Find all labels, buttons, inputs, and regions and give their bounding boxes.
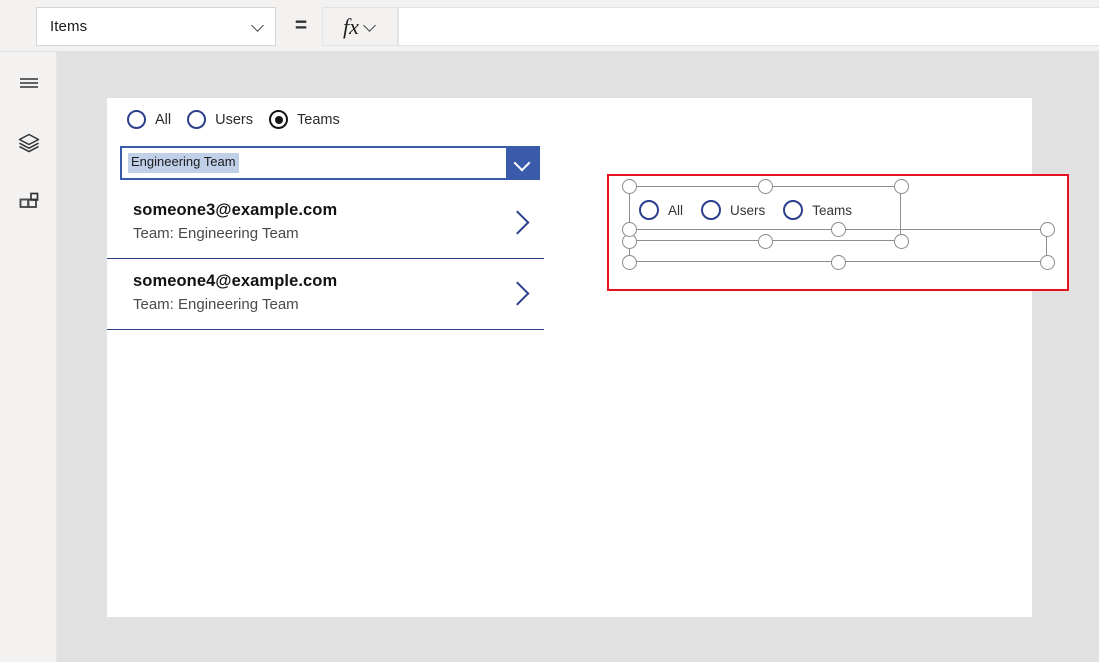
resize-handle-nw[interactable] [621, 178, 637, 194]
gallery-row[interactable]: someone4@example.com Team: Engineering T… [107, 259, 544, 330]
chevron-right-icon[interactable] [508, 208, 530, 238]
property-select-value: Items [50, 18, 88, 35]
equals-sign: = [294, 14, 308, 37]
tree-view-button[interactable] [0, 120, 57, 166]
gallery-row[interactable]: someone3@example.com Team: Engineering T… [107, 188, 544, 259]
radio-circle-teams[interactable] [783, 200, 804, 220]
insert-components-icon [19, 192, 38, 208]
chevron-down-icon [364, 20, 377, 33]
fx-button[interactable]: fx [322, 7, 398, 46]
insert-components-button[interactable] [0, 180, 57, 226]
resize-handle-b-n[interactable] [830, 221, 846, 237]
gallery-row-subtitle: Team: Engineering Team [133, 296, 299, 313]
people-gallery[interactable]: someone3@example.com Team: Engineering T… [107, 188, 544, 330]
tree-view-layers-icon [18, 133, 39, 153]
radio-option-all[interactable]: All [639, 200, 683, 220]
resize-handle-b-s[interactable] [830, 254, 846, 270]
radio-circle-users[interactable] [187, 110, 207, 129]
radio-option-users[interactable]: Users [187, 110, 253, 129]
power-apps-studio: Items = fx All Users Teams Engineering T… [0, 0, 1099, 662]
hamburger-menu-button[interactable] [0, 60, 57, 106]
resize-handle-b-sw[interactable] [621, 254, 637, 270]
radio-label-teams: Teams [812, 202, 853, 218]
team-combobox[interactable]: Engineering Team [120, 146, 540, 180]
radio-label-all: All [155, 111, 172, 128]
canvas-area[interactable]: All Users Teams Engineering Team someone… [57, 52, 1099, 662]
resize-handle-b-nw[interactable] [621, 221, 637, 237]
left-rail [0, 52, 57, 662]
resize-handle-b-ne[interactable] [1039, 221, 1055, 237]
combobox-dropdown-button[interactable] [506, 148, 538, 178]
chevron-right-icon[interactable] [508, 279, 530, 309]
chevron-down-icon [252, 20, 265, 33]
resize-handle-n[interactable] [757, 178, 773, 194]
combobox-text-wrap[interactable]: Engineering Team [122, 148, 506, 178]
property-select[interactable]: Items [36, 7, 276, 46]
selected-radio-group[interactable]: All Users Teams [639, 200, 870, 220]
chevron-down-icon [514, 157, 530, 169]
formula-input[interactable] [398, 7, 1099, 46]
radio-option-teams[interactable]: Teams [269, 110, 340, 129]
radio-label-teams: Teams [297, 111, 340, 128]
hamburger-menu-icon [19, 78, 38, 88]
resize-handle-ne[interactable] [893, 178, 909, 194]
radio-option-all[interactable]: All [127, 110, 171, 129]
selected-control-wrapper[interactable]: All Users Teams [607, 174, 1069, 291]
radio-option-users[interactable]: Users [701, 200, 765, 220]
resize-handle-s[interactable] [757, 233, 773, 249]
radio-label-all: All [668, 202, 684, 218]
radio-option-teams[interactable]: Teams [783, 200, 852, 220]
gallery-row-subtitle: Team: Engineering Team [133, 225, 299, 242]
gallery-row-title: someone4@example.com [133, 272, 338, 290]
resize-handle-se[interactable] [893, 233, 909, 249]
radio-circle-all[interactable] [127, 110, 146, 129]
filter-radio-group[interactable]: All Users Teams [127, 110, 356, 129]
formula-bar: Items = fx [0, 0, 1099, 52]
combobox-selected-value: Engineering Team [128, 153, 239, 173]
fx-icon: fx [343, 13, 359, 39]
radio-circle-teams[interactable] [269, 110, 288, 129]
app-screen[interactable]: All Users Teams Engineering Team someone… [107, 98, 1069, 617]
radio-label-users: Users [215, 111, 253, 128]
radio-circle-all[interactable] [639, 200, 659, 220]
radio-circle-users[interactable] [701, 200, 722, 220]
resize-handle-b-se[interactable] [1039, 254, 1055, 270]
gallery-row-title: someone3@example.com [133, 201, 338, 219]
radio-label-users: Users [730, 202, 766, 218]
